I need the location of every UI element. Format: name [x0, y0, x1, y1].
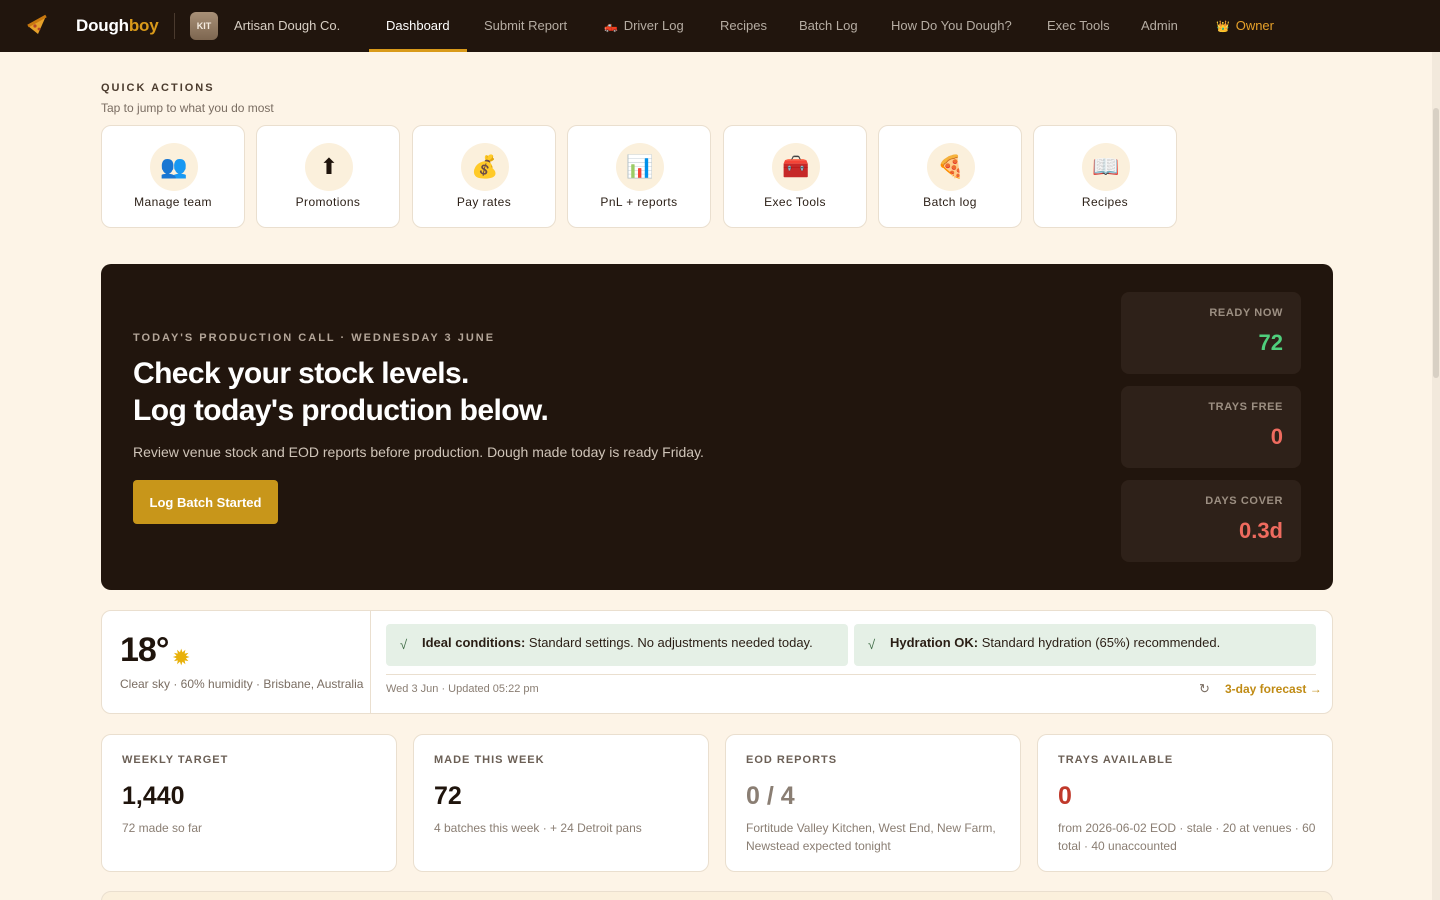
stat-value: 0.3d — [1238, 518, 1283, 543]
tip-text: Hydration OK: Standard hydration (65%) r… — [890, 635, 1220, 650]
org-avatar[interactable]: KIT — [190, 12, 218, 40]
headline-line-2: Log today's production below. — [133, 394, 549, 427]
toolbox-icon: 🧰 — [772, 143, 820, 191]
brand-name[interactable]: Doughboy — [76, 16, 159, 36]
kpi-value: 0 — [1058, 782, 1072, 810]
quick-action-batch-log[interactable]: 🍕 Batch log — [878, 125, 1022, 228]
quick-action-label: Manage team — [134, 195, 212, 209]
quick-action-pnl-reports[interactable]: 📊 PnL + reports — [567, 125, 711, 228]
forecast-link[interactable]: 3-day forecast → — [1225, 682, 1322, 696]
quick-actions-title: QUICK ACTIONS — [101, 82, 215, 94]
weather-tip-conditions: √ Ideal conditions: Standard settings. N… — [386, 624, 848, 666]
production-hero: TODAY'S PRODUCTION CALL · WEDNESDAY 3 JU… — [101, 264, 1333, 590]
nav-recipes[interactable]: Recipes — [720, 18, 767, 33]
brand-main: Dough — [76, 16, 129, 35]
stat-label: TRAYS FREE — [1208, 401, 1283, 413]
stat-days-cover: DAYS COVER 0.3d — [1121, 480, 1301, 562]
quick-action-promotions[interactable]: ⬆ Promotions — [256, 125, 400, 228]
check-icon: √ — [400, 637, 408, 652]
nav-driver-log-label: Driver Log — [623, 18, 684, 33]
quick-action-label: PnL + reports — [600, 195, 678, 209]
scroll-thumb[interactable] — [1433, 108, 1439, 378]
weather-tip-hydration: √ Hydration OK: Standard hydration (65%)… — [854, 624, 1316, 666]
nav-dashboard[interactable]: Dashboard — [386, 18, 450, 33]
quick-action-manage-team[interactable]: 👥 Manage team — [101, 125, 245, 228]
next-section-card — [101, 891, 1333, 900]
tip-title: Ideal conditions: — [422, 635, 526, 650]
quick-action-label: Recipes — [1081, 195, 1129, 209]
quick-action-pay-rates[interactable]: 💰 Pay rates — [412, 125, 556, 228]
kpi-value: 0 / 4 — [746, 782, 795, 810]
stat-ready-now: READY NOW 72 — [1121, 292, 1301, 374]
kpi-trays-available: TRAYS AVAILABLE 0 from 2026-06-02 EOD · … — [1037, 734, 1333, 872]
active-tab-indicator — [369, 49, 467, 52]
nav-submit-report[interactable]: Submit Report — [484, 18, 567, 33]
kpi-weekly-target: WEEKLY TARGET 1,440 72 made so far — [101, 734, 397, 872]
money-bag-icon: 💰 — [461, 143, 509, 191]
top-nav: Doughboy KIT Artisan Dough Co. Dashboard… — [0, 0, 1440, 52]
weather-meta: Clear sky · 60% humidity · Brisbane, Aus… — [120, 677, 364, 691]
kpi-label: WEEKLY TARGET — [122, 754, 229, 766]
team-icon: 👥 — [150, 143, 198, 191]
bar-chart-icon: 📊 — [616, 143, 664, 191]
stat-trays-free: TRAYS FREE 0 — [1121, 386, 1301, 468]
stat-value: 0 — [1270, 424, 1283, 449]
kpi-note: 72 made so far — [122, 821, 203, 835]
nav-batch-log[interactable]: Batch Log — [799, 18, 858, 33]
weather-separator — [386, 674, 1316, 675]
kpi-made-this-week: MADE THIS WEEK 72 4 batches this week · … — [413, 734, 709, 872]
nav-owner[interactable]: 👑 Owner — [1216, 18, 1274, 33]
pizza-icon: 🍕 — [927, 143, 975, 191]
nav-admin[interactable]: Admin — [1141, 18, 1178, 33]
production-description: Review venue stock and EOD reports befor… — [133, 444, 704, 460]
quick-action-exec-tools[interactable]: 🧰 Exec Tools — [723, 125, 867, 228]
brand-accent: boy — [128, 16, 159, 35]
quick-action-label: Promotions — [295, 195, 361, 209]
org-name[interactable]: Artisan Dough Co. — [234, 18, 340, 33]
headline-line-1: Check your stock levels. — [133, 357, 469, 390]
nav-divider — [174, 13, 175, 39]
nav-exec-tools[interactable]: Exec Tools — [1047, 18, 1110, 33]
check-icon: √ — [868, 637, 876, 652]
kpi-value: 1,440 — [122, 782, 185, 810]
kpi-eod-reports: EOD REPORTS 0 / 4 Fortitude Valley Kitch… — [725, 734, 1021, 872]
production-kicker: TODAY'S PRODUCTION CALL · WEDNESDAY 3 JU… — [133, 332, 496, 344]
kpi-note: Fortitude Valley Kitchen, West End, New … — [746, 821, 996, 853]
log-batch-started-button[interactable]: Log Batch Started — [133, 480, 278, 524]
tip-body: Standard settings. No adjustments needed… — [528, 635, 813, 650]
quick-action-recipes[interactable]: 📖 Recipes — [1033, 125, 1177, 228]
kpi-note: 4 batches this week · + 24 Detroit pans — [434, 821, 642, 835]
stat-value: 72 — [1258, 330, 1283, 355]
nav-driver-log[interactable]: 🛻 Driver Log — [604, 18, 684, 33]
pizza-logo-icon[interactable] — [26, 14, 48, 36]
stat-label: DAYS COVER — [1205, 495, 1283, 507]
arrow-up-icon: ⬆ — [305, 143, 353, 191]
weather-divider — [370, 611, 371, 713]
tip-text: Ideal conditions: Standard settings. No … — [422, 635, 813, 650]
quick-action-label: Exec Tools — [764, 195, 826, 209]
kpi-label: MADE THIS WEEK — [434, 754, 545, 766]
truck-icon: 🛻 — [604, 21, 618, 33]
stat-label: READY NOW — [1209, 307, 1283, 319]
refresh-icon[interactable]: ↻ — [1199, 681, 1210, 697]
weather-temperature: 18° — [120, 631, 169, 669]
tip-body: Standard hydration (65%) recommended. — [981, 635, 1221, 650]
nav-how-do-you-dough[interactable]: How Do You Dough? — [891, 18, 1012, 33]
kpi-label: EOD REPORTS — [746, 754, 838, 766]
kpi-value: 72 — [434, 782, 462, 810]
kpi-note: from 2026-06-02 EOD · stale · 20 at venu… — [1058, 821, 1316, 853]
crown-icon: 👑 — [1216, 21, 1230, 33]
production-headline: Check your stock levels. Log today's pro… — [133, 355, 549, 429]
tip-title: Hydration OK: — [890, 635, 979, 650]
page-scrollbar[interactable] — [1432, 52, 1440, 900]
quick-action-label: Pay rates — [456, 195, 512, 209]
book-icon: 📖 — [1082, 143, 1130, 191]
weather-card: 18° ✹ Clear sky · 60% humidity · Brisban… — [101, 610, 1333, 714]
sun-icon: ✹ — [172, 645, 191, 670]
quick-action-label: Batch log — [923, 195, 977, 209]
weather-updated: Wed 3 Jun · Updated 05:22 pm — [386, 683, 539, 695]
kpi-label: TRAYS AVAILABLE — [1058, 754, 1174, 766]
quick-actions-subtitle: Tap to jump to what you do most — [101, 101, 274, 115]
nav-owner-label: Owner — [1235, 18, 1274, 33]
